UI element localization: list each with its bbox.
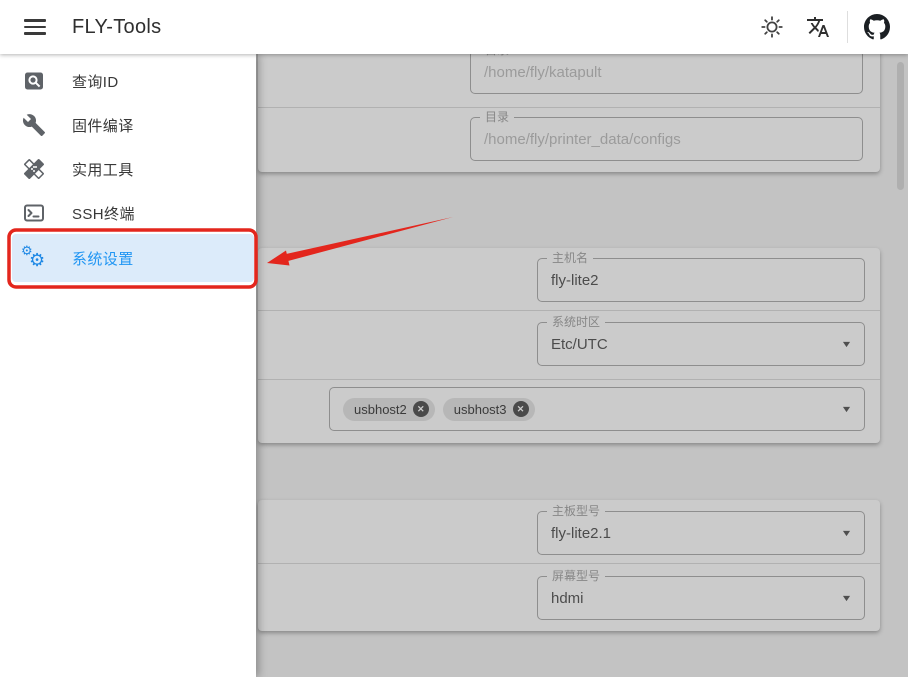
katapult-dir-field[interactable]: 目录 /home/fly/katapult xyxy=(470,50,863,94)
usb-host-chip: usbhost3 ✕ xyxy=(443,398,535,421)
field-label: 系统时区 xyxy=(547,315,605,330)
sidebar-item-system-settings[interactable]: ⚙ ⚙ 系统设置 xyxy=(12,234,254,282)
chip-close-icon[interactable]: ✕ xyxy=(513,401,529,417)
sidebar-item-utilities[interactable]: 实用工具 xyxy=(12,147,254,191)
timezone-select[interactable]: 系统时区 Etc/UTC ▼ xyxy=(537,322,865,366)
field-value: Etc/UTC xyxy=(551,336,608,353)
nav-drawer: 查询ID 固件编译 实用工具 xyxy=(0,54,256,677)
field-label: 屏幕型号 xyxy=(547,569,605,584)
sidebar-item-label: 查询ID xyxy=(72,71,119,92)
field-value: hdmi xyxy=(551,590,584,607)
app-title: FLY-Tools xyxy=(72,0,161,54)
dropdown-arrow-icon: ▼ xyxy=(841,593,853,603)
board-model-select[interactable]: 主板型号 fly-lite2.1 ▼ xyxy=(537,511,865,555)
github-icon[interactable] xyxy=(864,14,890,40)
field-value: /home/fly/printer_data/configs xyxy=(484,131,681,148)
app-bar: FLY-Tools xyxy=(0,0,908,54)
healing-icon xyxy=(22,157,46,181)
field-label: 目录 xyxy=(480,110,514,125)
sidebar-item-label: 系统设置 xyxy=(72,248,134,269)
chip-close-icon[interactable]: ✕ xyxy=(413,401,429,417)
row-divider xyxy=(258,107,880,108)
screen-model-select[interactable]: 屏幕型号 hdmi ▼ xyxy=(537,576,865,620)
field-value: fly-lite2.1 xyxy=(551,525,611,542)
sidebar-item-label: SSH终端 xyxy=(72,203,135,224)
chip-label: usbhost3 xyxy=(454,402,507,417)
field-value: fly-lite2 xyxy=(551,272,599,289)
field-label: 主机名 xyxy=(547,251,593,266)
id-search-icon xyxy=(22,69,46,93)
field-value: /home/fly/katapult xyxy=(484,64,602,81)
row-divider xyxy=(258,563,880,564)
wrench-icon xyxy=(22,113,46,137)
dropdown-arrow-icon: ▼ xyxy=(841,339,853,349)
sidebar-item-ssh-terminal[interactable]: SSH终端 xyxy=(12,191,254,235)
row-divider xyxy=(258,310,880,311)
sidebar-item-label: 固件编译 xyxy=(72,115,134,136)
fly-tools-window: 目录 /home/fly/katapult 目录 /home/fly/print… xyxy=(0,0,908,677)
hostname-field[interactable]: 主机名 fly-lite2 xyxy=(537,258,865,302)
translate-icon[interactable] xyxy=(806,15,830,39)
usb-hosts-select[interactable]: usbhost2 ✕ usbhost3 ✕ ▼ xyxy=(329,387,865,431)
appbar-divider xyxy=(847,11,848,43)
config-dir-field[interactable]: 目录 /home/fly/printer_data/configs xyxy=(470,117,863,161)
sidebar-item-firmware-build[interactable]: 固件编译 xyxy=(12,103,254,147)
gears-icon: ⚙ ⚙ xyxy=(22,246,46,270)
chip-label: usbhost2 xyxy=(354,402,407,417)
menu-icon[interactable] xyxy=(24,19,46,35)
scrollbar-thumb[interactable] xyxy=(897,62,904,190)
dropdown-arrow-icon: ▼ xyxy=(841,404,853,414)
sidebar-item-query-id[interactable]: 查询ID xyxy=(12,59,254,103)
sidebar-item-label: 实用工具 xyxy=(72,159,134,180)
field-label: 主板型号 xyxy=(547,504,605,519)
row-divider xyxy=(258,379,880,380)
terminal-icon xyxy=(22,201,46,225)
usb-host-chip: usbhost2 ✕ xyxy=(343,398,435,421)
dropdown-arrow-icon: ▼ xyxy=(841,528,853,538)
brightness-icon[interactable] xyxy=(760,15,784,39)
